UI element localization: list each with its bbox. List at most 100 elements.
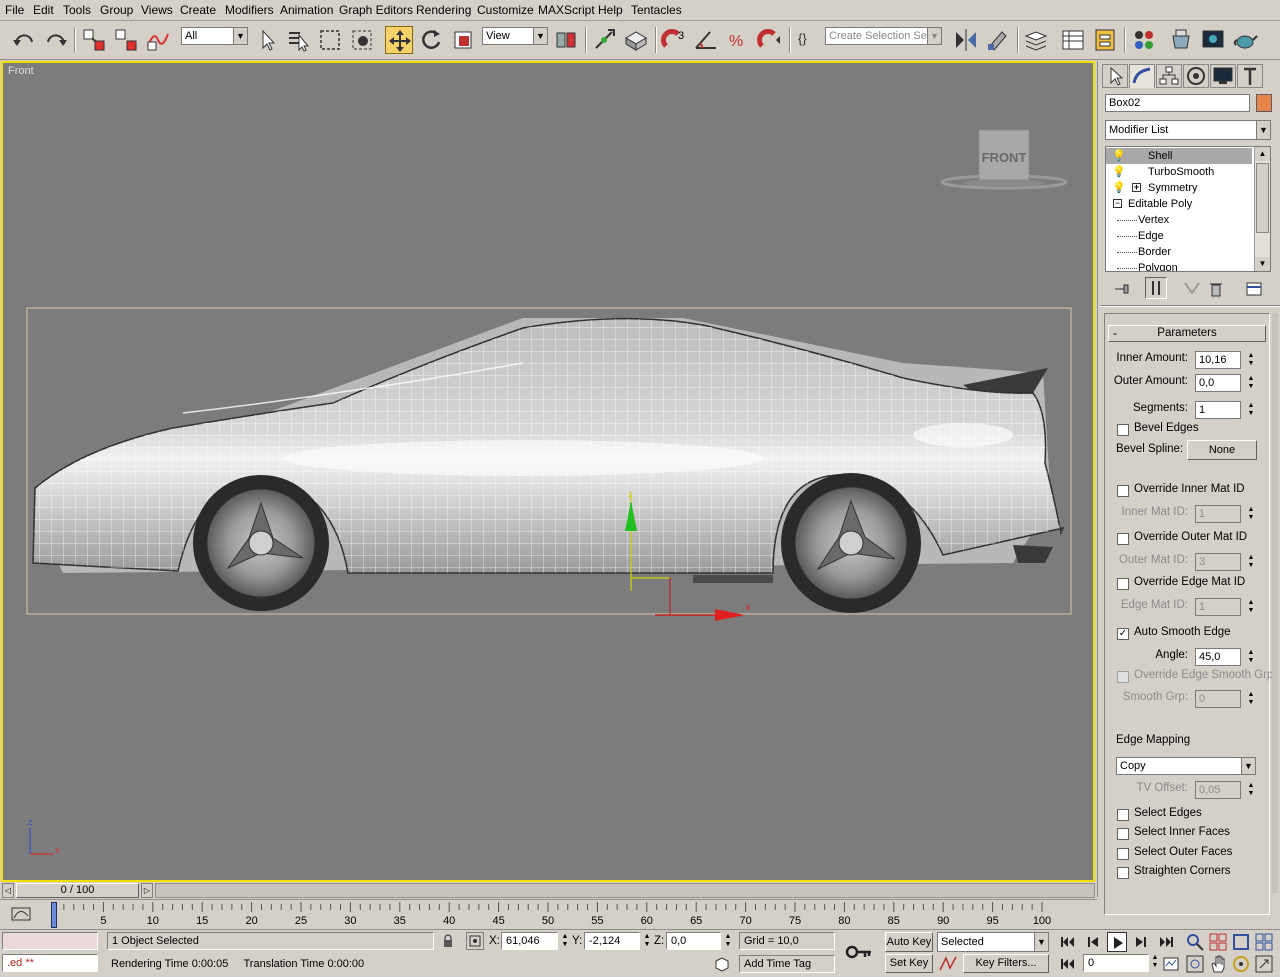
curve-editor-button[interactable] (1059, 26, 1087, 54)
zoom-button[interactable] (1185, 932, 1205, 952)
select-and-scale-button[interactable] (449, 26, 477, 54)
subobject-polygon[interactable]: Polygon (1106, 260, 1252, 271)
override-edge-mat-id-checkbox[interactable] (1117, 578, 1129, 590)
scroll-up-icon[interactable]: ▲ (1255, 147, 1270, 161)
key-filters-button[interactable]: Key Filters... (963, 954, 1049, 973)
inner-mat-id-input[interactable]: 1 (1195, 505, 1241, 523)
configure-modifier-sets-button[interactable] (1244, 279, 1264, 299)
unlink-button[interactable] (112, 26, 140, 54)
front-wheel[interactable] (193, 475, 329, 611)
add-time-tag-icon[interactable] (713, 956, 731, 972)
key-mode-toggle[interactable] (1058, 954, 1078, 974)
scene-canvas[interactable]: x z z x (3, 63, 1095, 882)
time-configuration-button[interactable] (1161, 954, 1181, 974)
time-slider-track[interactable] (155, 883, 1095, 898)
default-tangent-button[interactable] (937, 954, 959, 973)
edit-named-selection-button[interactable]: {} (795, 26, 823, 54)
snaps-toggle-button[interactable]: 3 (660, 26, 688, 54)
x-coord-spinner[interactable]: ▲ ▼ (560, 933, 570, 951)
menu-rendering[interactable]: Rendering (416, 3, 471, 17)
menu-graph-editors[interactable]: Graph Editors (339, 3, 413, 17)
absolute-mode-toggle[interactable] (466, 932, 484, 950)
use-pivot-center-button[interactable] (552, 26, 580, 54)
auto-smooth-edge-checkbox[interactable]: ✓ (1117, 628, 1129, 640)
key-mode-dropdown[interactable]: Selected ▼ (937, 932, 1049, 952)
menu-edit[interactable]: Edit (33, 3, 54, 17)
menu-file[interactable]: File (5, 3, 24, 17)
angle-spinner[interactable]: ▲ ▼ (1246, 649, 1256, 667)
field-of-view-button[interactable] (1185, 954, 1205, 974)
straighten-corners-checkbox[interactable] (1117, 867, 1129, 879)
orbit-button[interactable] (1231, 954, 1251, 974)
render-production-button[interactable] (1231, 26, 1259, 54)
subobject-edge[interactable]: Edge (1106, 228, 1252, 244)
edge-mat-id-input[interactable]: 1 (1195, 598, 1241, 616)
keyboard-shortcut-override-button[interactable] (622, 26, 650, 54)
z-coord-input[interactable]: 0,0 (666, 932, 721, 950)
panel-scrollbar[interactable] (1272, 313, 1278, 893)
subobject-vertex[interactable]: Vertex (1106, 212, 1252, 228)
outer-mat-id-input[interactable]: 3 (1195, 553, 1241, 571)
segments-input[interactable]: 1 (1195, 401, 1241, 419)
time-next-icon[interactable]: ▷ (141, 883, 153, 898)
menu-tentacles[interactable]: Tentacles (631, 3, 682, 17)
object-name-field[interactable]: Box02 (1105, 94, 1250, 112)
maximize-viewport-button[interactable] (1254, 954, 1274, 974)
override-edge-smooth-grp-checkbox[interactable] (1117, 671, 1129, 683)
y-coord-input[interactable]: -2,124 (584, 932, 640, 950)
current-frame-input[interactable]: 0 (1083, 954, 1149, 972)
select-and-rotate-button[interactable] (417, 26, 445, 54)
align-button[interactable] (984, 26, 1012, 54)
motion-tab[interactable] (1183, 64, 1209, 88)
menu-modifiers[interactable]: Modifiers (225, 3, 274, 17)
undo-button[interactable] (10, 26, 38, 54)
y-coord-spinner[interactable]: ▲ ▼ (642, 933, 652, 951)
go-to-end-button[interactable] (1156, 932, 1176, 952)
manipulate-button[interactable] (590, 26, 618, 54)
subobject-border[interactable]: Border (1106, 244, 1252, 260)
angle-input[interactable]: 45,0 (1195, 648, 1241, 666)
outer-mat-id-spinner[interactable]: ▲ ▼ (1246, 554, 1256, 572)
pin-stack-button[interactable] (1112, 279, 1132, 299)
named-selection-sets-dropdown[interactable]: Create Selection Set ▼ (825, 27, 942, 45)
go-to-start-button[interactable] (1058, 932, 1078, 952)
stack-scrollbar[interactable]: ▲ ▼ (1254, 147, 1270, 271)
track-bar[interactable]: 0510152025303540455055606570758085909510… (0, 899, 1097, 929)
scroll-thumb[interactable] (1256, 163, 1269, 233)
segments-spinner[interactable]: ▲ ▼ (1246, 402, 1256, 420)
angle-snap-toggle-button[interactable] (692, 26, 720, 54)
inner-amount-input[interactable]: 10,16 (1195, 351, 1241, 369)
edge-mapping-dropdown[interactable]: Copy ▼ (1116, 757, 1256, 775)
smooth-grp-spinner[interactable]: ▲ ▼ (1246, 691, 1256, 709)
menu-create[interactable]: Create (180, 3, 216, 17)
tv-offset-spinner[interactable]: ▲ ▼ (1246, 782, 1256, 800)
inner-amount-spinner[interactable]: ▲ ▼ (1246, 352, 1256, 370)
selection-filter-dropdown[interactable]: All ▼ (181, 27, 248, 45)
x-coord-input[interactable]: 61,046 (501, 932, 558, 950)
current-frame-spinner[interactable]: ▲ ▼ (1150, 954, 1160, 972)
time-slider-thumb[interactable]: 0 / 100 (16, 883, 139, 898)
menu-tools[interactable]: Tools (63, 3, 91, 17)
stack-item-shell[interactable]: 💡 Shell (1106, 148, 1252, 164)
hierarchy-tab[interactable] (1156, 64, 1182, 88)
select-and-move-button[interactable] (385, 26, 413, 54)
render-setup-button[interactable] (1167, 26, 1195, 54)
bevel-edges-checkbox[interactable] (1117, 424, 1129, 436)
lightbulb-icon[interactable]: 💡 (1112, 148, 1126, 164)
edge-mat-id-spinner[interactable]: ▲ ▼ (1246, 599, 1256, 617)
display-tab[interactable] (1210, 64, 1236, 88)
time-prev-icon[interactable]: ◁ (2, 883, 14, 898)
add-time-tag-field[interactable]: Add Time Tag (739, 955, 835, 973)
spinner-snap-toggle-button[interactable] (756, 26, 784, 54)
mirror-button[interactable] (952, 26, 980, 54)
set-key-button[interactable]: Set Key (885, 954, 933, 973)
utilities-tab[interactable] (1237, 64, 1263, 88)
rectangular-selection-button[interactable] (316, 26, 344, 54)
select-inner-faces-checkbox[interactable] (1117, 828, 1129, 840)
outer-amount-spinner[interactable]: ▲ ▼ (1246, 375, 1256, 393)
lightbulb-icon[interactable]: 💡 (1112, 164, 1126, 180)
parameters-rollout-header[interactable]: - Parameters (1108, 325, 1266, 342)
zoom-all-button[interactable] (1208, 932, 1228, 952)
bevel-spline-button[interactable]: None (1187, 440, 1257, 460)
menu-views[interactable]: Views (141, 3, 173, 17)
